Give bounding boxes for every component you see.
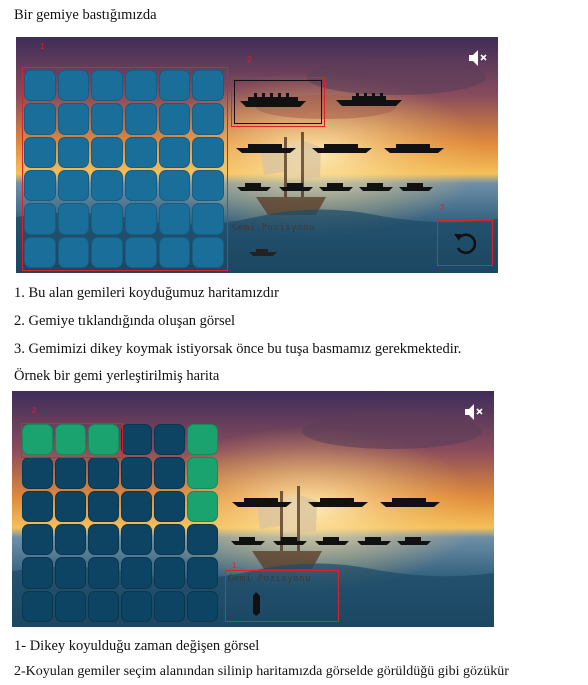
map-cell[interactable] (154, 557, 185, 589)
map-cell[interactable] (154, 490, 185, 522)
map-cell[interactable] (22, 557, 53, 589)
ship-icon[interactable] (396, 535, 432, 547)
annotation-box-selected (231, 77, 325, 127)
ship-icon[interactable] (278, 181, 314, 193)
ship-icon[interactable] (356, 535, 392, 547)
ship-icon[interactable] (318, 181, 354, 193)
map-cell[interactable] (22, 524, 53, 556)
note-2: 2. Gemiye tıklandığında oluşan görsel (14, 313, 236, 329)
map-cell-occupied[interactable] (187, 490, 218, 522)
ship-icon[interactable] (378, 495, 442, 509)
ship-preview-icon (249, 249, 277, 256)
map-cell[interactable] (88, 557, 119, 589)
marker-1: 1 (40, 42, 45, 51)
annotation-box-placed-ship (21, 423, 123, 458)
note-1: 1. Bu alan gemileri koyduğumuz haritamız… (14, 285, 279, 301)
ship-icon[interactable] (230, 535, 266, 547)
ship-icon[interactable] (334, 92, 404, 108)
map-cell[interactable] (121, 424, 152, 456)
map-cell[interactable] (154, 457, 185, 489)
annotation-box-rotate (437, 220, 493, 266)
annotation-box-map (22, 67, 228, 271)
map-cell[interactable] (154, 590, 185, 622)
speaker-muted-icon[interactable] (463, 402, 485, 422)
map-cell[interactable] (88, 590, 119, 622)
ship-icon[interactable] (236, 181, 272, 193)
note-5: 2-Koyulan gemiler seçim alanından silini… (14, 664, 509, 679)
map-cell[interactable] (55, 557, 86, 589)
ship-icon[interactable] (306, 495, 370, 509)
map-cell[interactable] (121, 490, 152, 522)
map-cell-occupied[interactable] (187, 424, 218, 456)
ship-icon[interactable] (230, 495, 294, 509)
game-screenshot-1: 1 2 Gemi Pozisyonu 3 (16, 37, 498, 273)
ship-position-label: Gemi Pozisyonu (232, 223, 315, 233)
map-cell[interactable] (187, 524, 218, 556)
map-cell[interactable] (154, 524, 185, 556)
heading-top: Bir gemiye bastığımızda (14, 7, 157, 23)
speaker-muted-icon[interactable] (467, 48, 489, 68)
map-cell[interactable] (121, 524, 152, 556)
map-cell[interactable] (55, 490, 86, 522)
map-cell[interactable] (88, 490, 119, 522)
heading-mid: Örnek bir gemi yerleştirilmiş harita (14, 368, 220, 384)
map-cell[interactable] (121, 457, 152, 489)
note-3: 3. Gemimizi dikey koymak istiyorsak önce… (14, 341, 462, 357)
map-cell[interactable] (121, 590, 152, 622)
map-cell[interactable] (121, 557, 152, 589)
ship-icon[interactable] (398, 181, 434, 193)
marker-1: 1 (232, 561, 237, 570)
map-cell[interactable] (22, 457, 53, 489)
marker-2: 2 (247, 55, 252, 64)
map-cell[interactable] (154, 424, 185, 456)
map-cell[interactable] (55, 457, 86, 489)
map-cell[interactable] (187, 557, 218, 589)
ship-icon[interactable] (382, 141, 446, 155)
map-cell[interactable] (55, 524, 86, 556)
annotation-box-vertical-preview (225, 570, 339, 622)
ship-icon[interactable] (272, 535, 308, 547)
ship-icon[interactable] (310, 141, 374, 155)
map-cell[interactable] (187, 590, 218, 622)
marker-3: 3 (440, 203, 445, 212)
map-cell[interactable] (88, 524, 119, 556)
ship-icon[interactable] (234, 141, 298, 155)
map-cell[interactable] (88, 457, 119, 489)
map-cell-occupied[interactable] (187, 457, 218, 489)
map-cell[interactable] (55, 590, 86, 622)
ship-icon[interactable] (358, 181, 394, 193)
game-screenshot-2: 2 Gemi Pozisyonu 1 (12, 391, 494, 627)
marker-2: 2 (32, 406, 37, 415)
note-4: 1- Dikey koyulduğu zaman değişen görsel (14, 638, 260, 654)
map-cell[interactable] (22, 490, 53, 522)
map-cell[interactable] (22, 590, 53, 622)
ship-icon[interactable] (314, 535, 350, 547)
